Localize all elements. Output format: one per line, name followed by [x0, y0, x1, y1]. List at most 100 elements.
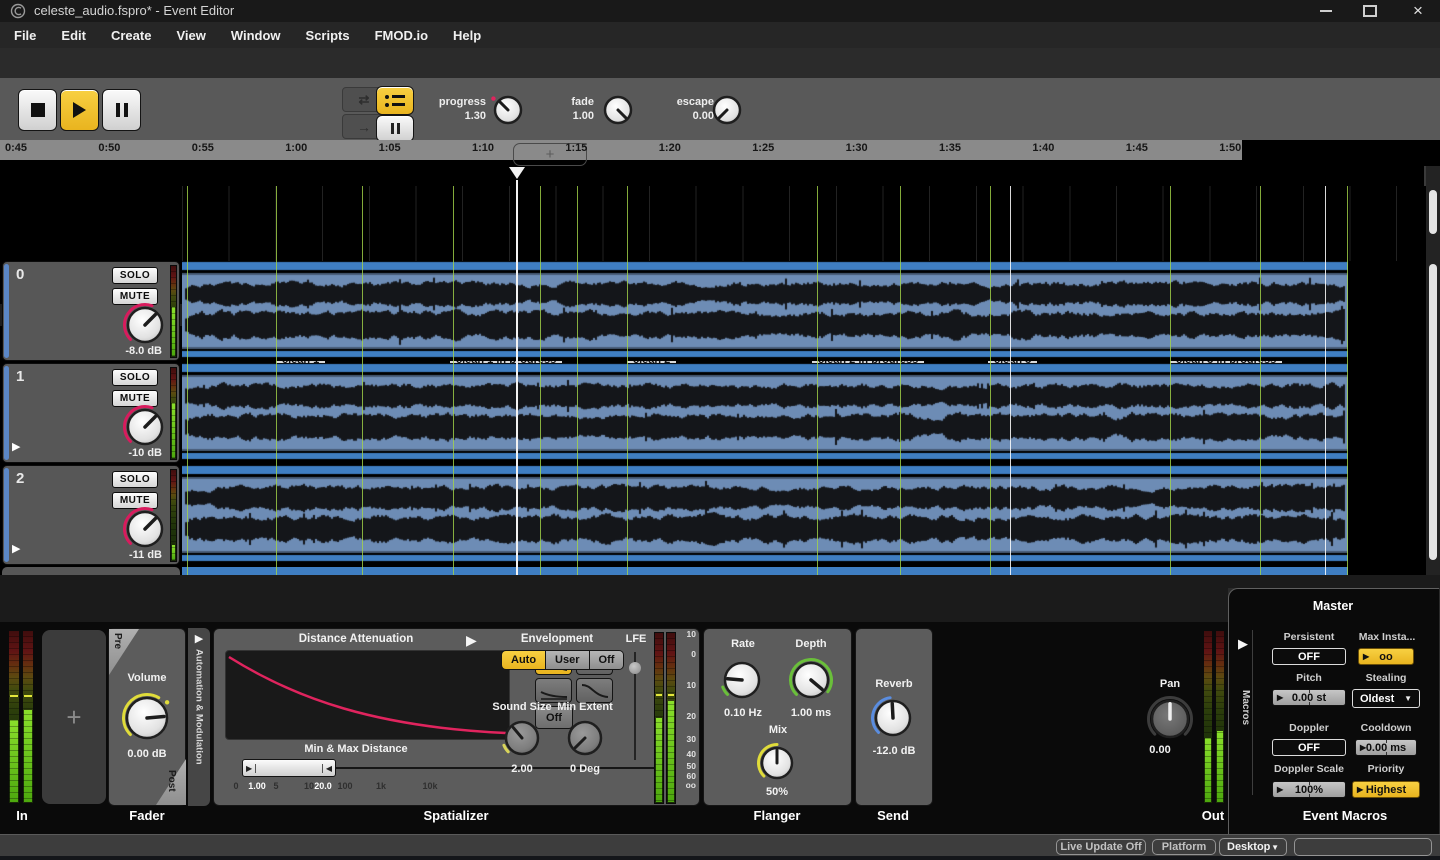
spatializer-play-icon[interactable]: ▶ — [466, 632, 477, 649]
deck-background-band — [0, 575, 1228, 622]
list-icon — [385, 95, 405, 107]
distance-scale-label: 1k — [376, 781, 386, 791]
cooldown-control[interactable]: ▶0.00 ms — [1355, 739, 1417, 756]
track1-waveform-clip[interactable] — [182, 363, 1348, 463]
track3-clip-partial[interactable] — [182, 567, 1348, 575]
track1-expand-icon[interactable]: ▶ — [12, 440, 20, 453]
distance-attenuation-graph[interactable] — [225, 650, 510, 740]
menu-fmodio[interactable]: FMOD.io — [375, 28, 428, 43]
status-search-field[interactable] — [1294, 838, 1432, 856]
rate-knob[interactable] — [719, 657, 765, 703]
sound-size-knob[interactable] — [500, 716, 544, 760]
play-button[interactable] — [60, 89, 99, 131]
platform-dropdown[interactable]: Desktop▼ — [1219, 838, 1287, 856]
menu-create[interactable]: Create — [111, 28, 151, 43]
pause-button[interactable] — [102, 89, 141, 131]
min-extent-knob[interactable] — [563, 716, 607, 760]
curve-inverse-button[interactable] — [535, 678, 572, 703]
priority-control[interactable]: ▶Highest — [1352, 781, 1420, 798]
track2-expand-icon[interactable]: ▶ — [12, 542, 20, 555]
dropdown-arrow-icon: ▼ — [1404, 694, 1412, 703]
priority-label: Priority — [1368, 763, 1405, 775]
timeline-ruler[interactable]: 0:450:500:551:001:051:101:151:201:251:30… — [0, 140, 1242, 160]
meter-scale-label: 10 — [687, 629, 696, 639]
track0-volume-knob[interactable] — [122, 302, 168, 348]
stop-button[interactable] — [18, 89, 57, 131]
curve-inverse-tapered-button[interactable] — [576, 678, 613, 703]
progress-knob[interactable] — [489, 91, 527, 129]
rate-value: 0.10 Hz — [724, 707, 762, 719]
automation-modulation-strip[interactable]: ▶ Automation & Modulation — [188, 628, 210, 806]
track1-volume-knob[interactable] — [122, 404, 168, 450]
persistent-toggle[interactable]: OFF — [1272, 648, 1346, 665]
doppler-scale-control[interactable]: ▶100% — [1272, 781, 1346, 798]
menu-scripts[interactable]: Scripts — [306, 28, 350, 43]
spatializer-meter-right — [666, 632, 676, 804]
macros-play-icon[interactable]: ▶ — [1238, 636, 1248, 652]
maximize-button[interactable] — [1352, 0, 1388, 22]
scrollbar-thumb[interactable] — [1429, 264, 1437, 560]
meter-peak-tick — [668, 694, 674, 696]
ruler-tick: 1:00 — [285, 142, 307, 154]
vertical-scrollbar[interactable] — [1426, 166, 1440, 575]
reverb-label: Reverb — [875, 678, 912, 690]
depth-knob[interactable] — [788, 657, 834, 703]
tempo-gridline — [1010, 186, 1011, 575]
pitch-control[interactable]: ▶0.00 st — [1272, 689, 1346, 706]
plus-icon: + — [546, 146, 555, 163]
marker-gridline — [453, 186, 454, 575]
min-extent-value: 0 Deg — [570, 763, 600, 775]
volume-knob[interactable] — [121, 692, 173, 744]
add-effect-slot[interactable]: + — [42, 630, 106, 804]
track0-solo-button[interactable]: SOLO — [112, 267, 158, 284]
minimize-icon — [1320, 10, 1332, 12]
track2-waveform-clip[interactable] — [182, 465, 1348, 565]
ruler-tick: 1:30 — [846, 142, 868, 154]
meter-segments — [1204, 631, 1212, 803]
menu-window[interactable]: Window — [231, 28, 281, 43]
playhead-marker[interactable] — [509, 167, 525, 179]
rate-label: Rate — [731, 638, 755, 650]
pan-knob[interactable] — [1146, 695, 1194, 743]
close-button[interactable]: × — [1396, 0, 1440, 22]
escape-knob[interactable] — [708, 91, 746, 129]
lfe-slider-handle[interactable] — [629, 662, 641, 674]
distance-range-slider[interactable]: ▶ ◀ — [242, 759, 336, 777]
stealing-dropdown[interactable]: Oldest▼ — [1352, 689, 1420, 708]
max-instances-control[interactable]: ▶oo — [1358, 648, 1414, 665]
menu-file[interactable]: File — [14, 28, 36, 43]
doppler-scale-label: Doppler Scale — [1274, 763, 1344, 775]
track-index: 0 — [16, 266, 24, 283]
reverb-send-knob[interactable] — [870, 695, 916, 741]
min-handle-icon[interactable]: ▶ — [243, 764, 256, 773]
deck-view-button[interactable] — [376, 115, 414, 142]
output-meter-left — [1203, 630, 1213, 804]
max-handle-icon[interactable]: ◀ — [322, 764, 335, 773]
live-update-button[interactable]: Live Update Off — [1056, 839, 1146, 855]
track3-header-partial[interactable] — [2, 567, 180, 575]
distance-scale-label: 10 — [304, 781, 314, 791]
pitch-label: Pitch — [1296, 672, 1322, 684]
minimize-button[interactable] — [1308, 0, 1344, 22]
envelopment-auto-button[interactable]: Auto — [502, 651, 545, 669]
ruler-tick: 0:45 — [5, 142, 27, 154]
envelopment-user-button[interactable]: User — [545, 651, 588, 669]
meter-scale-label: 0 — [691, 649, 696, 659]
play-icon[interactable]: ▶ — [195, 632, 203, 645]
distance-scale-label: 10k — [422, 781, 437, 791]
fade-knob[interactable] — [599, 91, 637, 129]
menu-view[interactable]: View — [176, 28, 205, 43]
doppler-toggle[interactable]: OFF — [1272, 739, 1346, 756]
track1-solo-button[interactable]: SOLO — [112, 369, 158, 386]
track0-waveform-clip[interactable] — [182, 261, 1348, 361]
menu-help[interactable]: Help — [453, 28, 481, 43]
tracks-view-button[interactable] — [376, 86, 414, 115]
track2-solo-button[interactable]: SOLO — [112, 471, 158, 488]
window-title: celeste_audio.fspro* - Event Editor — [34, 3, 234, 18]
track1-meter — [170, 367, 177, 460]
scrollbar-thumb[interactable] — [1429, 190, 1437, 234]
mix-knob[interactable] — [756, 742, 798, 784]
menu-edit[interactable]: Edit — [61, 28, 86, 43]
track2-volume-knob[interactable] — [122, 506, 168, 552]
envelopment-off-button[interactable]: Off — [589, 651, 624, 669]
